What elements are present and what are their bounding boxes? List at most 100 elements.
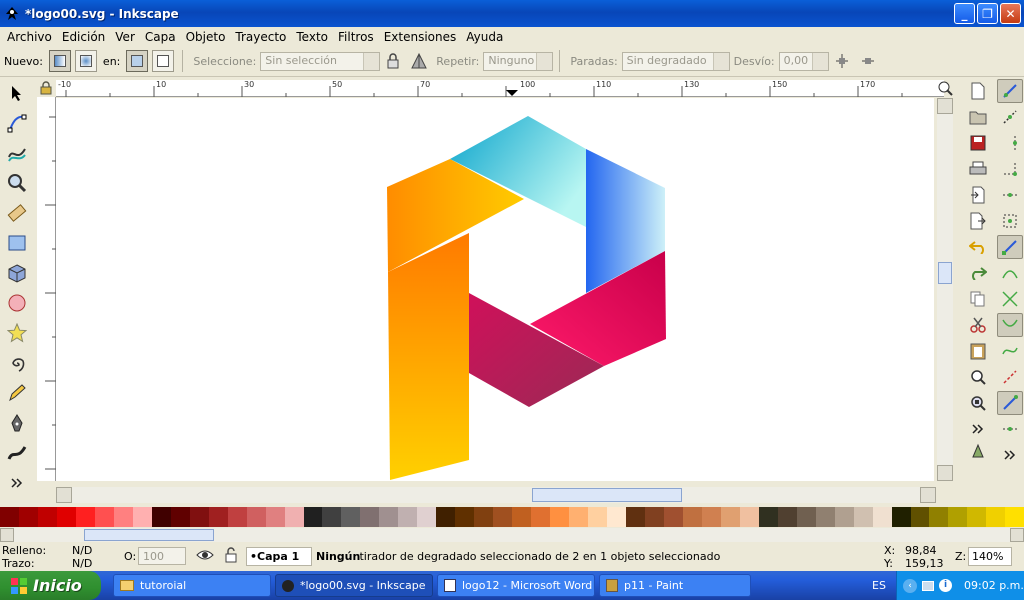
network-icon[interactable] bbox=[922, 580, 934, 591]
copy-button[interactable] bbox=[965, 287, 991, 311]
gradient-select-combo[interactable]: Sin selección bbox=[260, 51, 381, 71]
vertical-scroll-thumb[interactable] bbox=[938, 262, 952, 284]
pen-tool[interactable] bbox=[3, 409, 31, 437]
scroll-left-button[interactable] bbox=[56, 487, 72, 503]
info-icon[interactable]: i bbox=[939, 579, 952, 592]
spiral-tool[interactable] bbox=[3, 349, 31, 377]
color-swatch[interactable] bbox=[132, 507, 152, 527]
menu-edicion[interactable]: Edición bbox=[57, 30, 110, 44]
snap-bbox-corner-button[interactable] bbox=[997, 157, 1023, 181]
calligraphy-tool[interactable] bbox=[3, 439, 31, 467]
color-swatch[interactable] bbox=[417, 507, 437, 527]
snap-toggle-button[interactable] bbox=[997, 79, 1023, 103]
color-swatch[interactable] bbox=[189, 507, 209, 527]
zoom-selection-button[interactable] bbox=[965, 365, 991, 389]
color-swatch[interactable] bbox=[588, 507, 607, 527]
color-swatch[interactable] bbox=[569, 507, 589, 527]
lock-button[interactable] bbox=[382, 50, 404, 72]
import-button[interactable] bbox=[965, 183, 991, 207]
color-swatch[interactable] bbox=[94, 507, 114, 527]
snap-center-button[interactable] bbox=[997, 209, 1023, 233]
color-swatch[interactable] bbox=[512, 507, 532, 527]
menu-trayecto[interactable]: Trayecto bbox=[230, 30, 291, 44]
color-swatch[interactable] bbox=[607, 507, 626, 527]
task-inkscape[interactable]: *logo00.svg - Inkscape bbox=[275, 574, 433, 597]
snap-cusp-button[interactable] bbox=[997, 313, 1023, 337]
color-swatch[interactable] bbox=[265, 507, 285, 527]
layer-lock-icon[interactable] bbox=[224, 547, 238, 566]
start-button[interactable]: Inicio bbox=[0, 571, 101, 600]
color-swatch[interactable] bbox=[720, 507, 740, 527]
color-swatch[interactable] bbox=[113, 507, 133, 527]
snap-bbox-edge-button[interactable] bbox=[997, 131, 1023, 155]
color-swatch[interactable] bbox=[37, 507, 57, 527]
color-swatch[interactable] bbox=[910, 507, 930, 527]
color-swatch[interactable] bbox=[493, 507, 513, 527]
more-snap-button[interactable] bbox=[997, 443, 1023, 467]
close-button[interactable]: ✕ bbox=[1000, 3, 1021, 24]
color-swatch[interactable] bbox=[663, 507, 683, 527]
layer-select[interactable]: •Capa 1 bbox=[246, 547, 312, 566]
snap-nodes-button[interactable] bbox=[997, 235, 1023, 259]
color-swatch[interactable] bbox=[531, 507, 551, 527]
minimize-button[interactable]: _ bbox=[954, 3, 975, 24]
reverse-gradient-button[interactable] bbox=[408, 50, 430, 72]
snap-bbox-button[interactable] bbox=[997, 105, 1023, 129]
3d-box-tool[interactable] bbox=[3, 259, 31, 287]
snap-smooth-button[interactable] bbox=[997, 339, 1023, 363]
color-swatch[interactable] bbox=[436, 507, 456, 527]
zoom-tool[interactable] bbox=[3, 169, 31, 197]
snap-paths-button[interactable] bbox=[997, 261, 1023, 285]
color-swatch[interactable] bbox=[322, 507, 342, 527]
zoom-drawing-button[interactable] bbox=[965, 391, 991, 415]
color-swatch[interactable] bbox=[758, 507, 778, 527]
redo-button[interactable] bbox=[965, 261, 991, 285]
measure-tool[interactable] bbox=[3, 199, 31, 227]
pencil-tool[interactable] bbox=[3, 379, 31, 407]
maximize-button[interactable]: ❐ bbox=[977, 3, 998, 24]
color-swatch[interactable] bbox=[246, 507, 266, 527]
color-swatch[interactable] bbox=[341, 507, 361, 527]
more-tools-button[interactable] bbox=[3, 469, 31, 497]
color-swatch[interactable] bbox=[967, 507, 987, 527]
color-swatch[interactable] bbox=[170, 507, 190, 527]
cut-button[interactable] bbox=[965, 313, 991, 337]
print-button[interactable] bbox=[965, 157, 991, 181]
color-swatch[interactable] bbox=[303, 507, 323, 527]
vertical-scrollbar[interactable] bbox=[937, 98, 953, 481]
palette-scrollbar[interactable] bbox=[0, 528, 1024, 542]
task-word[interactable]: logo12 - Microsoft Word bbox=[437, 574, 595, 597]
radial-gradient-button[interactable] bbox=[74, 50, 97, 72]
drawing-canvas[interactable] bbox=[56, 98, 934, 481]
snap-intersections-button[interactable] bbox=[997, 287, 1023, 311]
menu-capa[interactable]: Capa bbox=[140, 30, 181, 44]
color-swatch[interactable] bbox=[701, 507, 721, 527]
color-swatch[interactable] bbox=[815, 507, 835, 527]
color-swatch[interactable] bbox=[455, 507, 475, 527]
color-swatch[interactable] bbox=[56, 507, 76, 527]
color-swatch[interactable] bbox=[379, 507, 399, 527]
apply-stroke-button[interactable] bbox=[152, 50, 175, 72]
new-document-button[interactable] bbox=[965, 79, 991, 103]
snap-page-button[interactable] bbox=[997, 391, 1023, 415]
snap-guide-button[interactable] bbox=[997, 365, 1023, 389]
menu-ver[interactable]: Ver bbox=[110, 30, 140, 44]
fill-value[interactable]: N/D bbox=[72, 544, 92, 557]
selector-tool[interactable] bbox=[3, 79, 31, 107]
offset-spinner[interactable]: 0,00 bbox=[778, 51, 829, 71]
linear-gradient-button[interactable] bbox=[48, 50, 71, 72]
color-swatch[interactable] bbox=[834, 507, 854, 527]
menu-archivo[interactable]: Archivo bbox=[2, 30, 57, 44]
color-swatch[interactable] bbox=[360, 507, 380, 527]
color-swatch[interactable] bbox=[853, 507, 873, 527]
color-swatch[interactable] bbox=[644, 507, 664, 527]
color-swatch[interactable] bbox=[682, 507, 702, 527]
lock-guides-icon[interactable] bbox=[39, 81, 53, 95]
snap-grid-button[interactable] bbox=[997, 417, 1023, 441]
horizontal-scrollbar[interactable] bbox=[56, 487, 936, 503]
paste-button[interactable] bbox=[965, 339, 991, 363]
palette-scroll-left[interactable] bbox=[0, 528, 14, 542]
color-swatch[interactable] bbox=[1005, 507, 1024, 527]
stops-combo[interactable]: Sin degradado bbox=[621, 51, 730, 71]
tray-chevron-icon[interactable]: ‹ bbox=[903, 578, 917, 593]
